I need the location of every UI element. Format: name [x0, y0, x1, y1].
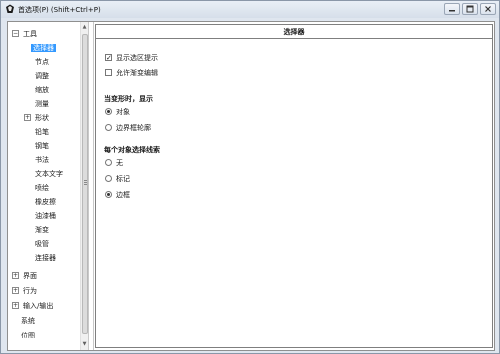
- tree-item-text[interactable]: 文本文字: [35, 168, 63, 180]
- tree-item-interface[interactable]: + 界面: [10, 270, 78, 282]
- settings-panel: 选择器 ✓ 显示选区提示 允许渐变编辑 当变形时，显示 对象 边界框轮廓 每个对…: [95, 24, 493, 348]
- tree-item-label: 形状: [35, 114, 49, 122]
- preferences-window: 首选项(P) (Shift+Ctrl+P) − 工具 选择器 节点 调整 缩放 …: [0, 0, 500, 354]
- tree-item-spray[interactable]: 喷绘: [35, 182, 49, 194]
- checkbox-box[interactable]: ✓: [105, 54, 112, 62]
- tree-item-label: 吸管: [35, 240, 49, 248]
- tree-item-label: 工具: [23, 30, 37, 38]
- checkbox-label: 允许渐变编辑: [116, 69, 158, 77]
- tree-item-label: 位图: [21, 332, 35, 338]
- checkmark-icon: ✓: [106, 54, 112, 62]
- transform-section-title: 当变形时，显示: [104, 95, 153, 103]
- category-tree: − 工具 选择器 节点 调整 缩放 测量 + 形状 铅笔 钢笔 书法 文本文字 …: [8, 22, 80, 350]
- window-title: 首选项(P) (Shift+Ctrl+P): [18, 6, 101, 14]
- pane-splitter[interactable]: [88, 22, 94, 350]
- expand-icon[interactable]: +: [12, 302, 19, 309]
- radio-label: 对象: [116, 108, 130, 116]
- tree-item-label: 界面: [23, 272, 37, 280]
- grip-line: [84, 184, 87, 185]
- tree-scrollbar[interactable]: ▲ ▼: [80, 22, 88, 350]
- tree-item-label: 行为: [23, 287, 37, 295]
- tree-item-label: 调整: [35, 72, 49, 80]
- tree-item-label: 测量: [35, 100, 49, 108]
- minimize-button[interactable]: [444, 3, 460, 15]
- tree-item-eraser[interactable]: 橡皮擦: [35, 196, 56, 208]
- scroll-down-icon[interactable]: ▼: [81, 340, 88, 348]
- radio-dot: [107, 110, 110, 113]
- tree-item-connector[interactable]: 连接器: [35, 252, 56, 264]
- expand-icon[interactable]: +: [12, 287, 19, 294]
- tree-item-dropper[interactable]: 吸管: [35, 238, 49, 250]
- collapse-icon[interactable]: −: [12, 30, 19, 37]
- tree-item-label: 书法: [35, 156, 49, 164]
- tree-item-label: 节点: [35, 58, 49, 66]
- radio-label: 边框: [116, 191, 130, 199]
- tree-item-measure[interactable]: 测量: [35, 98, 49, 110]
- tree-item-label: 系统: [21, 317, 35, 325]
- tree-item-input-output[interactable]: + 输入/输出: [10, 300, 78, 312]
- radio-button[interactable]: [105, 108, 112, 115]
- radio-button[interactable]: [105, 159, 112, 166]
- tree-item-label: 钢笔: [35, 142, 49, 150]
- tree-item-label: 橡皮擦: [35, 198, 56, 206]
- checkbox-box[interactable]: [105, 69, 112, 76]
- maximize-icon: [466, 5, 474, 13]
- tree-item-pen[interactable]: 钢笔: [35, 140, 49, 152]
- radio-dot: [107, 193, 110, 196]
- window-controls: [444, 3, 496, 15]
- maximize-button[interactable]: [462, 3, 478, 15]
- close-button[interactable]: [480, 3, 496, 15]
- expand-icon[interactable]: +: [24, 114, 31, 121]
- scroll-up-icon[interactable]: ▲: [81, 23, 88, 31]
- minimize-icon: [449, 10, 455, 12]
- per-object-cue-section-title: 每个对象选择线索: [104, 146, 160, 154]
- tree-item-label: 选择器: [31, 44, 56, 52]
- tree-item-label: 输入/输出: [23, 302, 54, 310]
- tree-item-gradient[interactable]: 渐变: [35, 224, 49, 236]
- radio-button[interactable]: [105, 191, 112, 198]
- panel-title: 选择器: [96, 25, 492, 39]
- tree-item-paint-bucket[interactable]: 油漆桶: [35, 210, 56, 222]
- title-bar: 首选项(P) (Shift+Ctrl+P): [1, 1, 499, 18]
- tree-item-pencil[interactable]: 铅笔: [35, 126, 49, 138]
- tree-item-tweak[interactable]: 调整: [35, 70, 49, 82]
- tree-item-calligraphy[interactable]: 书法: [35, 154, 49, 166]
- tree-item-label: 油漆桶: [35, 212, 56, 220]
- tree-item-tools[interactable]: − 工具: [10, 28, 78, 40]
- grip-line: [84, 182, 87, 183]
- expand-icon[interactable]: +: [12, 272, 19, 279]
- tree-item-bitmap[interactable]: 位图: [21, 330, 35, 338]
- tree-item-label: 铅笔: [35, 128, 49, 136]
- radio-label: 标记: [116, 175, 130, 183]
- tree-item-selector[interactable]: 选择器: [31, 42, 56, 54]
- tree-item-label: 缩放: [35, 86, 49, 94]
- tree-item-node[interactable]: 节点: [35, 56, 49, 68]
- dialog-content: − 工具 选择器 节点 调整 缩放 测量 + 形状 铅笔 钢笔 书法 文本文字 …: [7, 21, 495, 351]
- tree-item-shapes[interactable]: + 形状: [24, 112, 78, 124]
- tree-item-label: 渐变: [35, 226, 49, 234]
- tree-item-label: 文本文字: [35, 170, 63, 178]
- tree-item-label: 喷绘: [35, 184, 49, 192]
- tree-item-label: 连接器: [35, 254, 56, 262]
- tree-item-zoom[interactable]: 缩放: [35, 84, 49, 96]
- close-icon: [485, 6, 491, 12]
- app-icon: [6, 4, 14, 13]
- grip-line: [84, 180, 87, 181]
- checkbox-label: 显示选区提示: [116, 54, 158, 62]
- radio-label: 无: [116, 159, 123, 167]
- tree-item-system[interactable]: 系统: [21, 315, 35, 327]
- radio-button[interactable]: [105, 124, 112, 131]
- radio-label: 边界框轮廓: [116, 124, 151, 132]
- tree-item-behavior[interactable]: + 行为: [10, 285, 78, 297]
- radio-button[interactable]: [105, 175, 112, 182]
